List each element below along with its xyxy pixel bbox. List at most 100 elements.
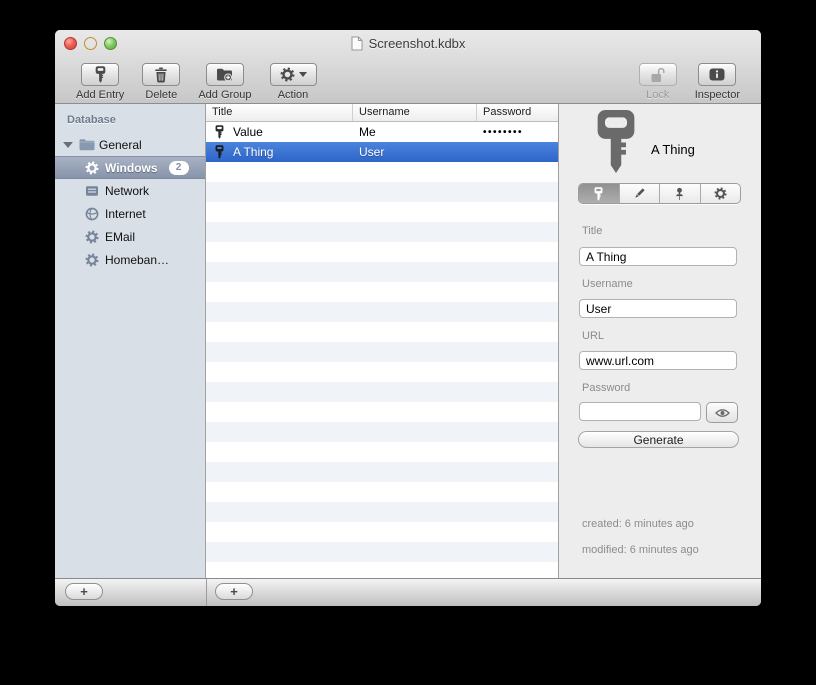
sidebar-item-homebanking[interactable]: Homeban… [55,248,205,271]
gear-icon [714,187,727,200]
minimize-button[interactable] [84,37,97,50]
delete-button[interactable]: Delete [142,63,181,103]
show-password-button[interactable] [706,402,738,423]
toolbar-right: Lock Inspector [630,56,749,103]
trash-icon [154,67,168,83]
plus-icon: + [80,584,88,599]
add-group-plus-button[interactable]: + [65,583,103,600]
app-window: Screenshot.kdbx Add Entry Delete Add Gro… [55,30,761,606]
field-label-url: URL [582,330,605,342]
username-field[interactable] [579,299,737,318]
sidebar-item-label: Internet [105,206,146,221]
gear-icon [85,230,99,244]
screenshot-root: { "window": { "title": "Screenshot.kdbx"… [0,0,816,685]
table-header: Title Username Password [206,104,558,122]
entry-key-icon [595,110,637,173]
content-area: Database General Windows 2 Network Inter… [55,104,761,578]
inspector-tabs [578,183,741,204]
key-icon [215,145,224,159]
add-group-button[interactable]: Add Group [198,63,252,103]
sidebar-group-label: General [99,137,142,152]
sidebar-item-windows[interactable]: Windows 2 [55,156,205,179]
cell-title: Value [233,125,263,139]
lock-open-icon [650,67,665,83]
column-header-username[interactable]: Username [353,104,477,121]
disclosure-triangle-icon[interactable] [63,141,73,148]
entry-title: A Thing [651,142,695,157]
window-chrome: Screenshot.kdbx Add Entry Delete Add Gro… [55,30,761,104]
table-row-a-thing[interactable]: A Thing User [206,142,558,162]
generate-button[interactable]: Generate [578,431,739,448]
sidebar-item-label: Network [105,183,150,198]
table-body: Value Me •••••••• A Thing User [206,122,558,578]
info-icon [709,68,725,81]
gear-icon [85,253,99,267]
key-icon [215,125,224,139]
sidebar: Database General Windows 2 Network Inter… [55,104,206,578]
network-icon [85,184,99,198]
add-entry-plus-button[interactable]: + [215,583,253,600]
field-label-password: Password [582,382,631,394]
modified-timestamp: modified: 6 minutes ago [582,544,699,556]
sidebar-section-header: Database [67,114,116,126]
action-button[interactable]: Action [269,63,317,103]
plus-icon: + [230,584,238,599]
cell-username: User [359,145,385,159]
key-icon [95,66,106,83]
inspector-button[interactable]: Inspector [695,63,740,103]
tab-attachments[interactable] [660,184,701,203]
bottom-bar: + + [55,578,761,606]
tab-custom-fields[interactable] [701,184,741,203]
sidebar-group-general[interactable]: General [55,133,205,156]
title-wrap: Screenshot.kdbx [55,30,761,56]
key-icon [594,186,603,201]
table-row-value[interactable]: Value Me •••••••• [206,122,558,142]
tab-general[interactable] [579,184,620,203]
add-entry-button[interactable]: Add Entry [76,63,124,103]
cell-password: •••••••• [483,126,524,138]
field-label-username: Username [582,278,633,290]
created-timestamp: created: 6 minutes ago [582,518,694,530]
column-header-password[interactable]: Password [477,104,558,121]
tab-notes[interactable] [620,184,660,203]
traffic-lights [64,37,117,50]
folder-plus-icon [216,67,233,82]
cell-username: Me [359,125,376,139]
bottom-bar-divider [206,579,207,606]
action-label: Action [277,89,309,101]
toolbar: Add Entry Delete Add Group Action Lock I… [55,56,761,103]
generate-label: Generate [633,432,684,447]
add-group-label: Add Group [198,89,252,101]
caret-down-icon [298,72,307,77]
eye-icon [714,408,730,418]
cell-title: A Thing [233,145,274,159]
field-label-title: Title [582,225,603,237]
zoom-button[interactable] [104,37,117,50]
document-icon [351,36,363,51]
title-bar[interactable]: Screenshot.kdbx [55,30,761,56]
sidebar-item-label: Homeban… [105,252,170,267]
delete-label: Delete [145,89,178,101]
add-entry-label: Add Entry [76,89,125,101]
pushpin-icon [673,187,686,201]
globe-icon [85,207,99,221]
lock-label: Lock [646,89,670,101]
column-header-title[interactable]: Title [206,104,353,121]
inspector-label: Inspector [694,89,740,101]
url-field[interactable] [579,351,737,370]
sidebar-item-network[interactable]: Network [55,179,205,202]
pencil-icon [633,187,646,200]
sidebar-item-label: EMail [105,229,136,244]
lock-button[interactable]: Lock [638,63,677,103]
folder-icon [79,138,95,151]
entries-table: Title Username Password Value Me •••••••… [206,104,559,578]
window-title: Screenshot.kdbx [368,35,466,51]
title-field[interactable] [579,247,737,266]
sidebar-item-email[interactable]: EMail [55,225,205,248]
sidebar-item-label: Windows [105,160,158,175]
gear-icon [280,67,295,82]
close-button[interactable] [64,37,77,50]
password-field[interactable] [579,402,701,421]
inspector-panel: A Thing Title A Thing Username User URL … [559,104,761,578]
sidebar-item-internet[interactable]: Internet [55,202,205,225]
